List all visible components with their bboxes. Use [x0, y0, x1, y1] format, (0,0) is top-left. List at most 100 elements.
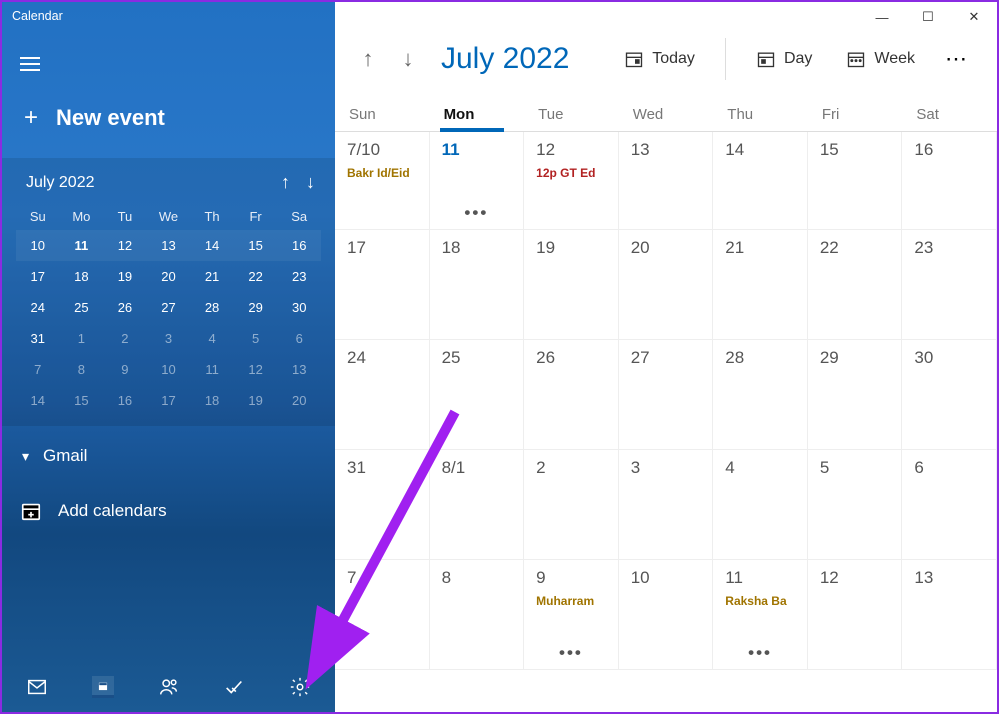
- account-toggle[interactable]: ▾ Gmail: [2, 426, 335, 486]
- mini-cal-day[interactable]: 16: [103, 385, 147, 416]
- mini-cal-day[interactable]: 10: [147, 354, 191, 385]
- calendar-cell[interactable]: 1212p GT Ed: [524, 132, 619, 230]
- calendar-cell[interactable]: 7/10Bakr Id/Eid: [335, 132, 430, 230]
- mini-cal-next-icon[interactable]: ↓: [306, 172, 315, 193]
- hamburger-menu-icon[interactable]: [20, 48, 52, 80]
- calendar-cell[interactable]: 30: [902, 340, 997, 450]
- calendar-cell[interactable]: 23: [902, 230, 997, 340]
- mini-cal-day[interactable]: 22: [234, 261, 278, 292]
- calendar-cell[interactable]: 17: [335, 230, 430, 340]
- week-view-button[interactable]: Week: [834, 43, 927, 75]
- calendar-cell[interactable]: 7: [335, 560, 430, 670]
- mini-cal-day[interactable]: 14: [16, 385, 60, 416]
- mini-cal-day[interactable]: 12: [103, 230, 147, 261]
- calendar-cell[interactable]: 5: [808, 450, 903, 560]
- calendar-cell[interactable]: 6: [902, 450, 997, 560]
- add-calendars-button[interactable]: Add calendars: [2, 486, 335, 536]
- more-events-icon[interactable]: •••: [464, 203, 488, 223]
- new-event-button[interactable]: + New event: [2, 94, 335, 158]
- mini-cal-day[interactable]: 15: [60, 385, 104, 416]
- mini-cal-day[interactable]: 19: [103, 261, 147, 292]
- maximize-button[interactable]: ☐: [905, 2, 951, 32]
- mini-cal-day[interactable]: 13: [277, 354, 321, 385]
- calendar-cell[interactable]: 14: [713, 132, 808, 230]
- mini-cal-day[interactable]: 16: [277, 230, 321, 261]
- mini-cal-day[interactable]: 25: [60, 292, 104, 323]
- calendar-cell[interactable]: 28: [713, 340, 808, 450]
- calendar-cell[interactable]: 19: [524, 230, 619, 340]
- calendar-cell[interactable]: 4: [713, 450, 808, 560]
- calendar-cell[interactable]: 24: [335, 340, 430, 450]
- mini-cal-prev-icon[interactable]: ↑: [281, 172, 290, 193]
- mini-cal-day[interactable]: 30: [277, 292, 321, 323]
- minimize-button[interactable]: —: [859, 2, 905, 32]
- mini-cal-day[interactable]: 23: [277, 261, 321, 292]
- mini-cal-day[interactable]: 27: [147, 292, 191, 323]
- calendar-cell[interactable]: 21: [713, 230, 808, 340]
- calendar-cell[interactable]: 8: [430, 560, 525, 670]
- calendar-cell[interactable]: 29: [808, 340, 903, 450]
- mini-cal-day[interactable]: 4: [190, 323, 234, 354]
- event-item[interactable]: Bakr Id/Eid: [347, 166, 417, 180]
- calendar-cell[interactable]: 20: [619, 230, 714, 340]
- event-item[interactable]: 12p GT Ed: [536, 166, 606, 180]
- calendar-cell[interactable]: 31: [335, 450, 430, 560]
- prev-month-icon[interactable]: ↑: [353, 44, 383, 74]
- mini-cal-day[interactable]: 8: [60, 354, 104, 385]
- today-button[interactable]: Today: [612, 43, 707, 75]
- day-view-button[interactable]: Day: [744, 43, 824, 75]
- mini-cal-day[interactable]: 5: [234, 323, 278, 354]
- mini-cal-day[interactable]: 11: [190, 354, 234, 385]
- settings-gear-icon[interactable]: [289, 676, 311, 698]
- calendar-cell[interactable]: 8/1: [430, 450, 525, 560]
- close-button[interactable]: ✕: [951, 2, 997, 32]
- mini-cal-day[interactable]: 26: [103, 292, 147, 323]
- mini-cal-day[interactable]: 29: [234, 292, 278, 323]
- calendar-cell[interactable]: 11•••: [430, 132, 525, 230]
- calendar-cell[interactable]: 3: [619, 450, 714, 560]
- calendar-cell[interactable]: 25: [430, 340, 525, 450]
- mini-cal-day[interactable]: 13: [147, 230, 191, 261]
- calendar-cell[interactable]: 18: [430, 230, 525, 340]
- mini-cal-title[interactable]: July 2022: [26, 174, 95, 192]
- more-events-icon[interactable]: •••: [748, 643, 772, 663]
- mini-cal-day[interactable]: 17: [147, 385, 191, 416]
- next-month-icon[interactable]: ↓: [393, 44, 423, 74]
- calendar-cell[interactable]: 13: [619, 132, 714, 230]
- mini-cal-day[interactable]: 12: [234, 354, 278, 385]
- calendar-cell[interactable]: 27: [619, 340, 714, 450]
- mini-cal-day[interactable]: 10: [16, 230, 60, 261]
- calendar-cell[interactable]: 9Muharram•••: [524, 560, 619, 670]
- mini-cal-day[interactable]: 7: [16, 354, 60, 385]
- calendar-cell[interactable]: 13: [902, 560, 997, 670]
- more-options-icon[interactable]: ⋯: [937, 46, 977, 72]
- calendar-cell[interactable]: 26: [524, 340, 619, 450]
- calendar-cell[interactable]: 15: [808, 132, 903, 230]
- mini-cal-day[interactable]: 28: [190, 292, 234, 323]
- people-icon[interactable]: [158, 676, 180, 698]
- calendar-cell[interactable]: 16: [902, 132, 997, 230]
- mini-cal-day[interactable]: 20: [147, 261, 191, 292]
- mini-cal-day[interactable]: 31: [16, 323, 60, 354]
- mini-cal-day[interactable]: 18: [60, 261, 104, 292]
- mail-icon[interactable]: [26, 676, 48, 698]
- mini-cal-day[interactable]: 21: [190, 261, 234, 292]
- mini-cal-day[interactable]: 15: [234, 230, 278, 261]
- mini-cal-day[interactable]: 11: [60, 230, 104, 261]
- calendar-cell[interactable]: 10: [619, 560, 714, 670]
- mini-cal-day[interactable]: 9: [103, 354, 147, 385]
- calendar-cell[interactable]: 12: [808, 560, 903, 670]
- mini-cal-day[interactable]: 18: [190, 385, 234, 416]
- mini-cal-day[interactable]: 20: [277, 385, 321, 416]
- calendar-icon[interactable]: [92, 676, 114, 698]
- calendar-cell[interactable]: 11Raksha Ba•••: [713, 560, 808, 670]
- mini-cal-day[interactable]: 24: [16, 292, 60, 323]
- mini-cal-day[interactable]: 6: [277, 323, 321, 354]
- mini-cal-day[interactable]: 1: [60, 323, 104, 354]
- more-events-icon[interactable]: •••: [559, 643, 583, 663]
- mini-cal-day[interactable]: 3: [147, 323, 191, 354]
- month-title[interactable]: July 2022: [441, 42, 569, 76]
- calendar-cell[interactable]: 22: [808, 230, 903, 340]
- mini-cal-day[interactable]: 2: [103, 323, 147, 354]
- todo-icon[interactable]: [223, 676, 245, 698]
